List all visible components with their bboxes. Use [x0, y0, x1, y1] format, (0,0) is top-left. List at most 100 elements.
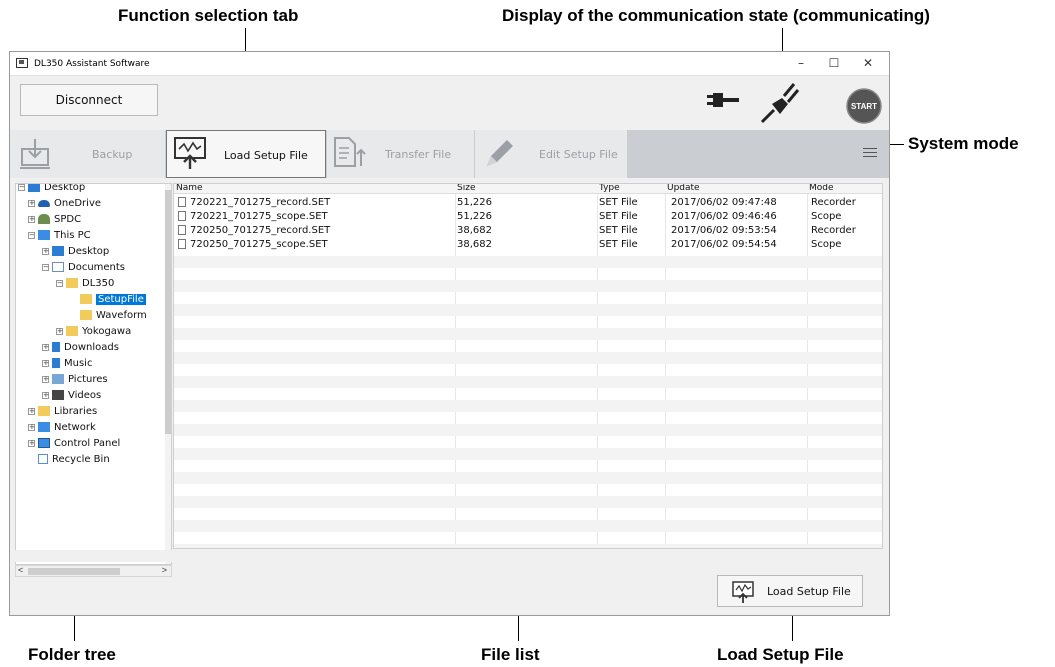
expand-toggle-icon[interactable]: +	[42, 359, 49, 367]
file-name: 720250_701275_scope.SET	[190, 239, 328, 250]
tree-vertical-scrollbar[interactable]	[165, 184, 171, 564]
file-mode: Scope	[811, 211, 842, 222]
menu-hamburger-icon[interactable]	[863, 148, 877, 158]
tree-item-label-selected: SetupFile	[96, 293, 146, 305]
minimize-button[interactable]: –	[793, 55, 809, 71]
tree-item-documents[interactable]: − Documents	[42, 259, 125, 275]
desktop-icon	[28, 184, 40, 192]
file-update: 2017/06/02 09:47:48	[671, 197, 777, 208]
callout-function-tab: Function selection tab	[118, 6, 299, 25]
collapse-toggle-icon[interactable]: −	[18, 184, 25, 191]
disconnect-button[interactable]: Disconnect	[20, 84, 158, 116]
scroll-left-icon[interactable]: <	[18, 565, 23, 575]
tree-item-recycle-bin[interactable]: Recycle Bin	[38, 451, 110, 467]
tab-edit-setup-file[interactable]: Edit Setup File	[475, 130, 627, 178]
maximize-button[interactable]: ☐	[826, 55, 842, 71]
tree-item-downloads[interactable]: + Downloads	[42, 339, 119, 355]
file-update: 2017/06/02 09:46:46	[671, 211, 777, 222]
expand-toggle-icon[interactable]: +	[42, 375, 49, 383]
collapse-toggle-icon[interactable]: −	[42, 263, 49, 271]
file-mode: Recorder	[811, 225, 856, 236]
expand-toggle-icon[interactable]: +	[28, 215, 35, 223]
scrollbar-thumb[interactable]	[165, 190, 171, 434]
expand-toggle-icon[interactable]: +	[42, 247, 49, 255]
edit-pencil-icon	[487, 140, 513, 166]
tree-item-label: Recycle Bin	[52, 453, 110, 465]
start-button[interactable]: START	[846, 88, 882, 124]
table-row[interactable]: 720250_701275_record.SET 38,682 SET File…	[174, 225, 882, 238]
expand-toggle-icon[interactable]: +	[28, 423, 35, 431]
empty-row-stripe	[174, 280, 882, 292]
tab-transfer-file[interactable]: Transfer File	[327, 130, 474, 178]
tree-item-control-panel[interactable]: + Control Panel	[28, 435, 120, 451]
downloads-icon	[52, 342, 60, 352]
file-size: 51,226	[457, 211, 492, 222]
file-name: 720221_701275_record.SET	[190, 197, 331, 208]
column-header-update[interactable]: Update	[667, 184, 700, 193]
empty-row-stripe	[174, 544, 882, 548]
tree-item-setupfile[interactable]: SetupFile	[80, 291, 146, 307]
tree-item-desktop[interactable]: + Desktop	[42, 243, 109, 259]
function-tab-bar: Backup Load Setup File Transfer File Edi…	[10, 130, 889, 178]
tree-item-label: Pictures	[68, 373, 108, 385]
tree-item-desktop-root[interactable]: − Desktop	[18, 183, 86, 195]
documents-icon	[52, 262, 64, 272]
callout-folder-tree: Folder tree	[28, 645, 116, 664]
collapse-toggle-icon[interactable]: −	[28, 231, 35, 239]
expand-toggle-icon[interactable]: +	[28, 439, 35, 447]
tree-item-waveform[interactable]: Waveform	[80, 307, 147, 323]
folder-icon	[66, 278, 78, 288]
tree-item-label: OneDrive	[54, 197, 102, 209]
app-window: DL350 Assistant Software – ☐ ✕ Disconnec…	[9, 51, 890, 616]
tree-item-network[interactable]: + Network	[28, 419, 96, 435]
tree-item-onedrive[interactable]: + OneDrive	[28, 195, 101, 211]
close-button[interactable]: ✕	[860, 55, 876, 71]
tab-load-setup-file[interactable]: Load Setup File	[166, 130, 326, 178]
column-header-type[interactable]: Type	[599, 184, 620, 193]
libraries-icon	[38, 406, 50, 416]
tree-item-this-pc[interactable]: − This PC	[28, 227, 91, 243]
tree-item-yokogawa[interactable]: + Yokogawa	[56, 323, 131, 339]
tree-item-label: Network	[54, 421, 96, 433]
expand-toggle-icon[interactable]: +	[28, 407, 35, 415]
file-update: 2017/06/02 09:53:54	[671, 225, 777, 236]
tree-item-spdc[interactable]: + SPDC	[28, 211, 81, 227]
scroll-right-icon[interactable]: >	[162, 565, 167, 575]
column-header-mode[interactable]: Mode	[809, 184, 834, 193]
scrollbar-thumb[interactable]	[28, 568, 120, 575]
tree-item-label: SPDC	[54, 213, 82, 225]
file-update: 2017/06/02 09:54:54	[671, 239, 777, 250]
file-icon	[178, 239, 186, 249]
file-type: SET File	[599, 211, 638, 222]
load-setup-file-button[interactable]: Load Setup File	[717, 575, 863, 607]
tree-item-pictures[interactable]: + Pictures	[42, 371, 108, 387]
tree-item-label: Desktop	[44, 183, 86, 193]
table-row[interactable]: 720221_701275_record.SET 51,226 SET File…	[174, 197, 882, 210]
folder-tree: − Desktop + OneDrive + SPDC − This PC + …	[15, 183, 172, 565]
tree-horizontal-scrollbar[interactable]: < >	[15, 565, 172, 577]
table-row[interactable]: 720250_701275_scope.SET 38,682 SET File …	[174, 239, 882, 252]
tree-item-libraries[interactable]: + Libraries	[28, 403, 97, 419]
collapse-toggle-icon[interactable]: −	[56, 279, 63, 287]
tree-item-videos[interactable]: + Videos	[42, 387, 101, 403]
tree-item-dl350[interactable]: − DL350	[56, 275, 114, 291]
column-header-size[interactable]: Size	[457, 184, 475, 193]
videos-icon	[52, 390, 64, 400]
file-type: SET File	[599, 197, 638, 208]
tree-item-music[interactable]: + Music	[42, 355, 92, 371]
tab-transfer-file-label: Transfer File	[385, 148, 452, 161]
tree-item-label: Yokogawa	[82, 325, 132, 337]
table-row[interactable]: 720221_701275_scope.SET 51,226 SET File …	[174, 211, 882, 224]
expand-toggle-icon[interactable]: +	[42, 391, 49, 399]
desktop-icon	[52, 246, 64, 256]
expand-toggle-icon[interactable]: +	[42, 343, 49, 351]
column-header-name[interactable]: Name	[176, 184, 203, 193]
expand-toggle-icon[interactable]: +	[28, 199, 35, 207]
tab-backup[interactable]: Backup	[10, 130, 165, 178]
file-icon	[178, 211, 186, 221]
tab-load-setup-file-label: Load Setup File	[224, 149, 308, 162]
expand-toggle-icon[interactable]: +	[56, 327, 63, 335]
empty-row-stripe	[174, 400, 882, 412]
window-title: DL350 Assistant Software	[34, 59, 150, 69]
folder-icon	[80, 294, 92, 304]
